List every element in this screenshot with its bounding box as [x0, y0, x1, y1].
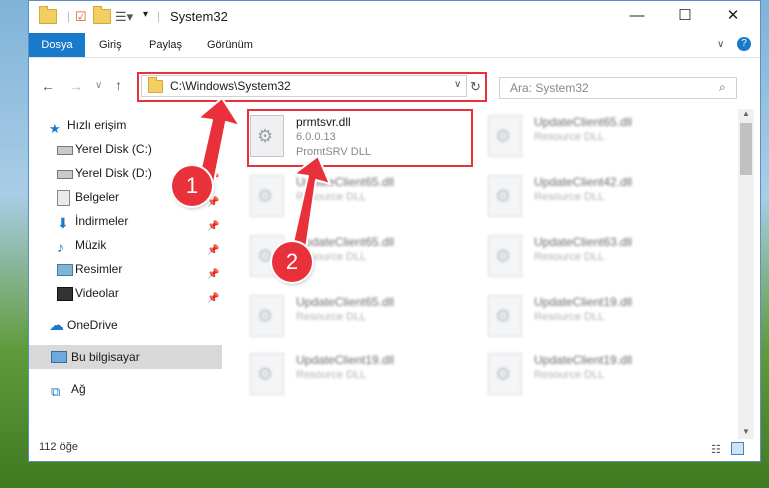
- step-2-badge: 2: [272, 242, 312, 282]
- annotation-arrows: [195, 97, 331, 263]
- step-1-badge: 1: [172, 166, 212, 206]
